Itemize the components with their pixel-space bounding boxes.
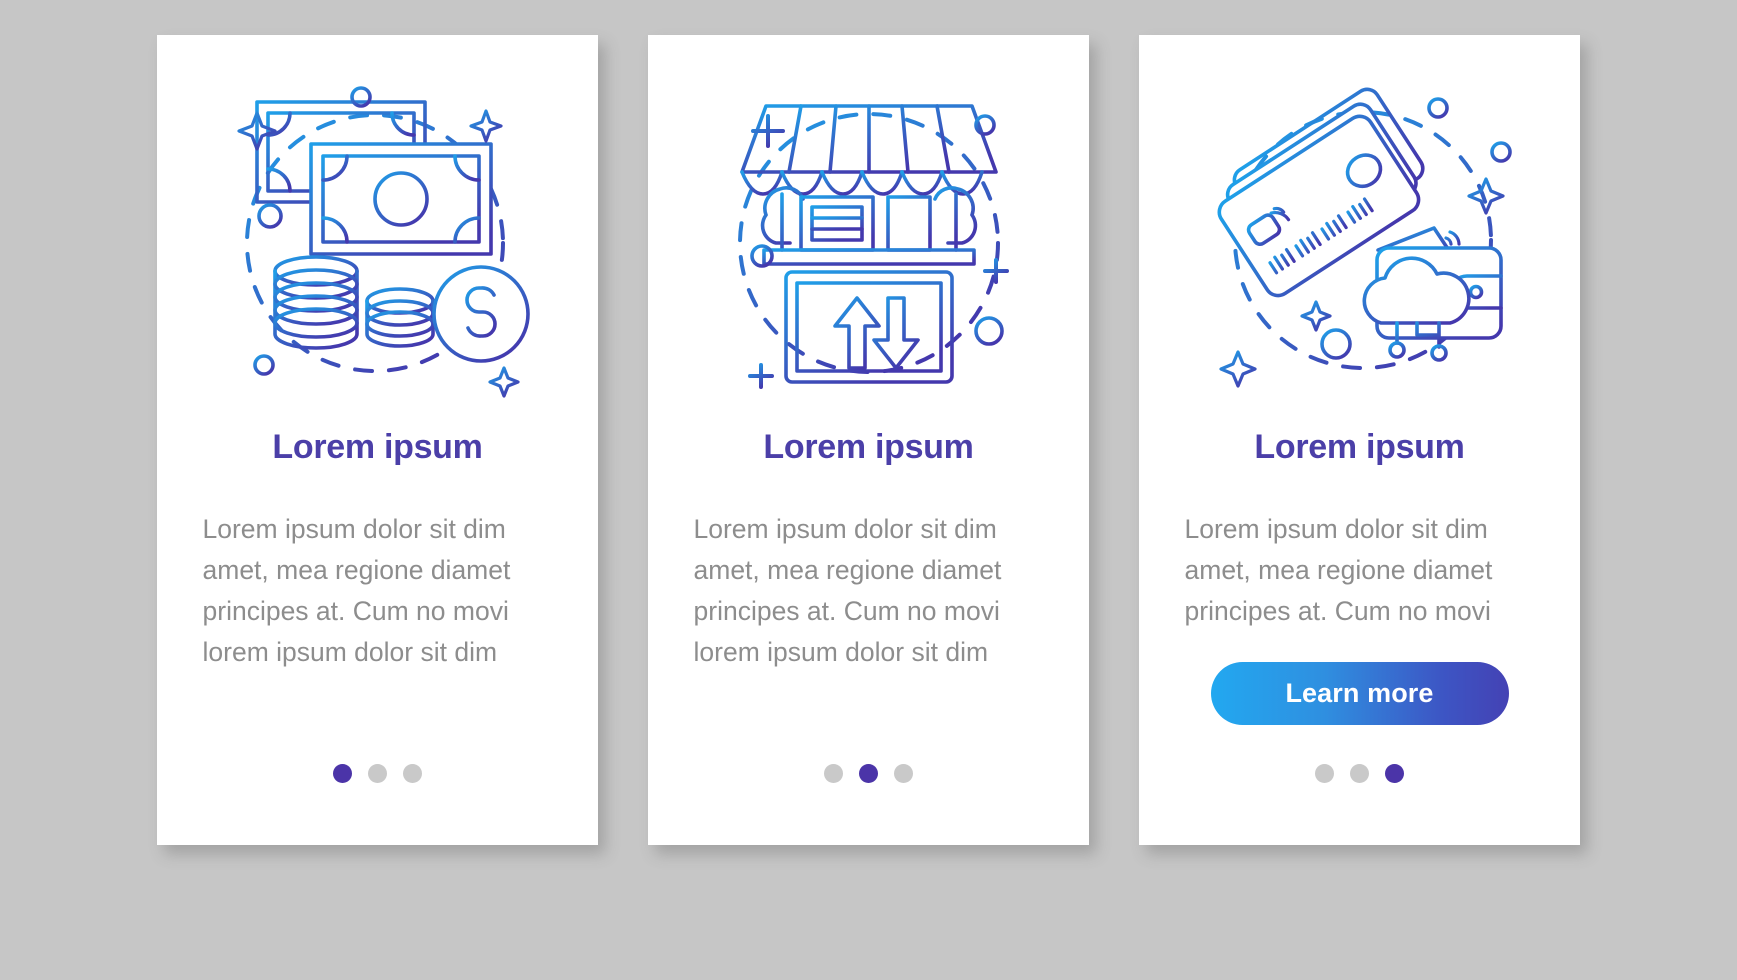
card-body-text: Lorem ipsum dolor sit dim amet, mea regi… bbox=[202, 514, 511, 667]
pagination-dot-2[interactable] bbox=[1350, 764, 1369, 783]
onboarding-card-1: Lorem ipsum Lorem ipsum dolor sit dim am… bbox=[157, 35, 598, 845]
card-body-text: Lorem ipsum dolor sit dim amet, mea regi… bbox=[1184, 514, 1493, 626]
pagination-dot-1[interactable] bbox=[824, 764, 843, 783]
onboarding-card-3: Lorem ipsum Lorem ipsum dolor sit dim am… bbox=[1139, 35, 1580, 845]
pagination-dot-2[interactable] bbox=[368, 764, 387, 783]
pagination-dots bbox=[157, 764, 598, 783]
card-body-text: Lorem ipsum dolor sit dim amet, mea regi… bbox=[693, 514, 1002, 667]
money-cash-coins-illustration bbox=[213, 80, 543, 410]
card-title: Lorem ipsum bbox=[272, 428, 483, 466]
cta-container: Learn more bbox=[1139, 662, 1580, 725]
learn-more-button[interactable]: Learn more bbox=[1210, 662, 1509, 725]
onboarding-card-2: Lorem ipsum Lorem ipsum dolor sit dim am… bbox=[648, 35, 1089, 845]
pagination-dots bbox=[1139, 764, 1580, 783]
pagination-dot-3[interactable] bbox=[403, 764, 422, 783]
card-title: Lorem ipsum bbox=[763, 428, 974, 466]
pagination-dot-2[interactable] bbox=[859, 764, 878, 783]
storefront-mobile-transfer-illustration bbox=[704, 80, 1034, 410]
onboarding-screens-board: Lorem ipsum Lorem ipsum dolor sit dim am… bbox=[0, 0, 1737, 980]
pagination-dots bbox=[648, 764, 1089, 783]
card-title: Lorem ipsum bbox=[1254, 428, 1465, 466]
pagination-dot-1[interactable] bbox=[333, 764, 352, 783]
pagination-dot-1[interactable] bbox=[1315, 764, 1334, 783]
pagination-dot-3[interactable] bbox=[894, 764, 913, 783]
pagination-dot-3[interactable] bbox=[1385, 764, 1404, 783]
credit-cards-wallet-cloud-illustration bbox=[1195, 80, 1525, 410]
